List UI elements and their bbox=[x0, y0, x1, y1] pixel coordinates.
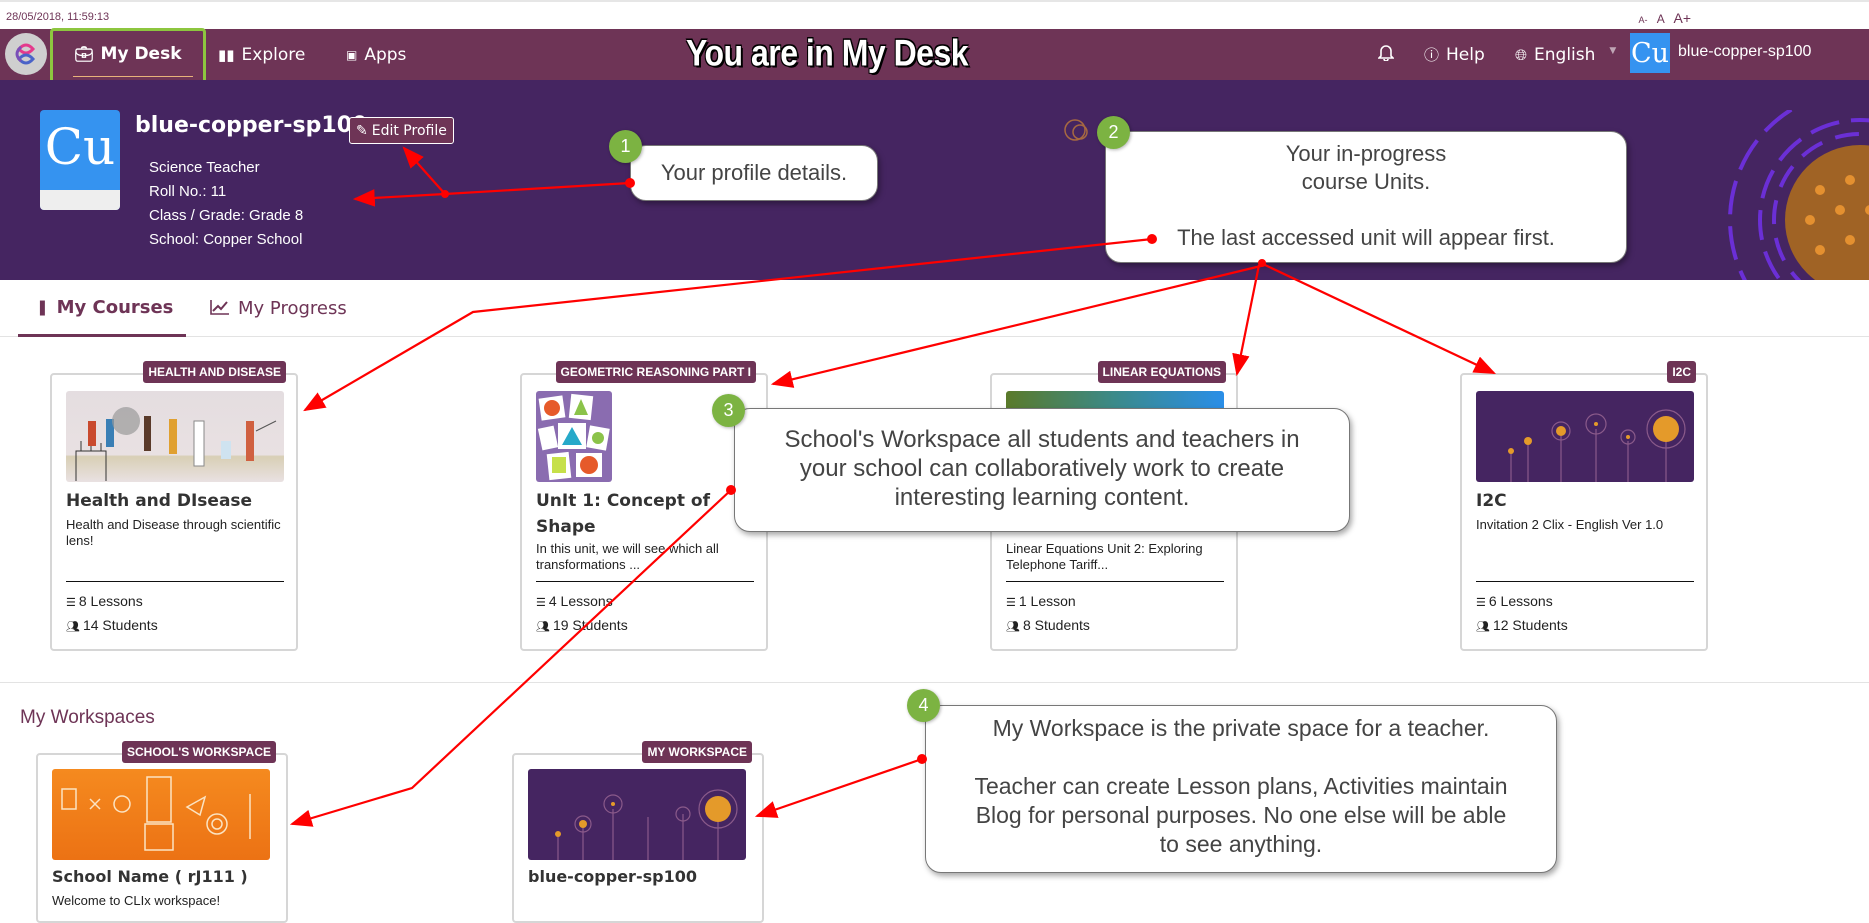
course-image bbox=[536, 391, 612, 482]
datetime: 28/05/2018, 11:59:13 bbox=[6, 11, 110, 23]
help-label: Help bbox=[1446, 44, 1485, 65]
course-description: Linear Equations Unit 2: Exploring Telep… bbox=[1006, 541, 1203, 572]
course-description: In this unit, we will see which all tran… bbox=[536, 541, 719, 572]
profile-school: School: Copper School bbox=[149, 231, 303, 248]
section-divider bbox=[0, 682, 1869, 683]
tab-my-progress-label: My Progress bbox=[238, 298, 347, 319]
callout-in-progress-units: Your in-progress course Units. The last … bbox=[1105, 131, 1627, 263]
arrow bbox=[754, 757, 923, 818]
profile-class-grade: Class / Grade: Grade 8 bbox=[149, 207, 304, 224]
help-button[interactable]: ⓘ Help bbox=[1424, 29, 1485, 80]
course-image bbox=[66, 391, 284, 482]
callout-number-badge: 3 bbox=[712, 394, 745, 427]
clix-logo-icon[interactable] bbox=[5, 33, 47, 75]
profile-avatar: Cu bbox=[40, 110, 120, 210]
nav-apps-label: Apps bbox=[364, 44, 407, 65]
line-chart-icon bbox=[210, 299, 230, 319]
font-size-controls: A- A A+ bbox=[1632, 10, 1691, 26]
course-image bbox=[1476, 391, 1694, 482]
nav-my-desk-label: My Desk bbox=[100, 44, 182, 64]
course-title[interactable]: I2C bbox=[1476, 488, 1696, 514]
workspace-card[interactable]: MY WORKSPACE blue-copper-sp100 bbox=[512, 741, 764, 923]
users-icon: 👥︎ bbox=[1006, 621, 1020, 633]
callout-profile-details: Your profile details. bbox=[630, 145, 878, 201]
font-normal-button[interactable]: A bbox=[1657, 12, 1664, 26]
course-badge: GEOMETRIC REASONING PART I bbox=[555, 361, 756, 383]
nav-explore-label: Explore bbox=[241, 44, 306, 65]
notifications-button[interactable] bbox=[1377, 29, 1395, 80]
caret-down-icon: ▼ bbox=[1609, 45, 1617, 56]
profile-role: Science Teacher bbox=[149, 159, 260, 176]
top-strip: 28/05/2018, 11:59:13 A- A A+ bbox=[0, 0, 1869, 29]
users-icon: 👥︎ bbox=[536, 621, 550, 633]
globe-icon: 🌐︎ bbox=[1515, 45, 1528, 64]
book-icon: ❚ bbox=[36, 298, 49, 316]
callout-schools-workspace: School's Workspace all students and teac… bbox=[734, 408, 1350, 532]
info-icon: ⓘ bbox=[1424, 46, 1440, 64]
profile-avatar-text: Cu bbox=[44, 118, 116, 176]
bell-icon bbox=[1377, 43, 1395, 66]
course-lessons: ☰ 6 Lessons bbox=[1476, 593, 1553, 609]
workspaces-heading: My Workspaces bbox=[20, 707, 155, 728]
workspace-description: Welcome to CLIx workspace! bbox=[52, 893, 221, 908]
workspace-card[interactable]: SCHOOL'S WORKSPACE School Name ( rJ111 )… bbox=[36, 741, 288, 923]
profile-name: blue-copper-sp100 bbox=[135, 113, 368, 138]
language-label: English bbox=[1534, 44, 1596, 65]
page-location-title: You are in My Desk bbox=[686, 32, 969, 74]
workspace-image bbox=[528, 769, 746, 860]
course-description: Health and Disease through scientific le… bbox=[66, 517, 281, 548]
nav-explore[interactable]: ▮▮ Explore bbox=[218, 29, 305, 80]
list-icon: ☰ bbox=[66, 597, 76, 609]
edit-profile-label: Edit Profile bbox=[371, 122, 447, 139]
desk-tabs: ❚ My Courses My Progress bbox=[0, 280, 1869, 337]
list-icon: ☰ bbox=[1476, 597, 1486, 609]
users-icon: 👥︎ bbox=[66, 621, 80, 633]
tab-my-courses[interactable]: ❚ My Courses bbox=[18, 280, 186, 337]
nav-apps[interactable]: ▣ Apps bbox=[346, 29, 406, 80]
course-card[interactable]: I2C I2C Invitation 2 Clix - English Ver … bbox=[1460, 361, 1708, 651]
workspace-badge: SCHOOL'S WORKSPACE bbox=[122, 741, 276, 763]
workspace-badge: MY WORKSPACE bbox=[642, 741, 752, 763]
course-lessons: ☰ 1 Lesson bbox=[1006, 593, 1076, 609]
top-navbar: 💼︎ My Desk ▮▮ Explore ▣ Apps You are in … bbox=[0, 28, 1869, 92]
font-smaller-button[interactable]: A- bbox=[1638, 15, 1647, 25]
profile-details: Science Teacher Roll No.: 11 Class / Gra… bbox=[149, 156, 303, 252]
tab-my-courses-label: My Courses bbox=[56, 296, 174, 318]
apps-icon: ▣ bbox=[346, 47, 358, 62]
callout-number-badge: 1 bbox=[609, 130, 642, 163]
workspace-title[interactable]: School Name ( rJ111 ) bbox=[52, 867, 248, 886]
course-title[interactable]: Health and DIsease bbox=[66, 488, 286, 514]
callout-my-workspace: My Workspace is the private space for a … bbox=[925, 705, 1557, 873]
course-card[interactable]: HEALTH AND DISEASE Health and DIsease He… bbox=[50, 361, 298, 651]
course-students: 👥︎ 8 Students bbox=[1006, 617, 1090, 633]
workspace-image bbox=[52, 769, 270, 860]
list-icon: ☰ bbox=[1006, 597, 1016, 609]
language-dropdown[interactable]: 🌐︎ English ▼ bbox=[1515, 29, 1616, 80]
users-icon: 👥︎ bbox=[1476, 621, 1490, 633]
edit-profile-button[interactable]: ✎ Edit Profile bbox=[349, 117, 454, 144]
course-students: 👥︎ 19 Students bbox=[536, 617, 628, 633]
course-badge: HEALTH AND DISEASE bbox=[143, 361, 286, 383]
callout-number-badge: 2 bbox=[1097, 116, 1130, 149]
workspace-title[interactable]: blue-copper-sp100 bbox=[528, 867, 697, 886]
pencil-icon: ✎ bbox=[356, 122, 368, 139]
callout-number-badge: 4 bbox=[907, 689, 940, 722]
tab-my-progress[interactable]: My Progress bbox=[210, 280, 347, 337]
course-description: Invitation 2 Clix - English Ver 1.0 bbox=[1476, 517, 1664, 532]
course-students: 👥︎ 14 Students bbox=[66, 617, 158, 633]
briefcase-icon: 💼︎ bbox=[74, 45, 94, 63]
user-avatar[interactable]: Cu bbox=[1630, 33, 1670, 73]
course-lessons: ☰ 4 Lessons bbox=[536, 593, 613, 609]
course-title[interactable]: UnIt 1: Concept of Shape bbox=[536, 488, 756, 540]
binoculars-icon: ▮▮ bbox=[218, 45, 235, 64]
font-larger-button[interactable]: A+ bbox=[1673, 10, 1691, 26]
course-lessons: ☰ 8 Lessons bbox=[66, 593, 143, 609]
profile-roll-no: Roll No.: 11 bbox=[149, 183, 227, 200]
course-students: 👥︎ 12 Students bbox=[1476, 617, 1568, 633]
user-menu[interactable]: blue-copper-sp100 bbox=[1678, 29, 1811, 75]
course-badge: I2C bbox=[1667, 361, 1696, 383]
list-icon: ☰ bbox=[536, 597, 546, 609]
course-badge: LINEAR EQUATIONS bbox=[1097, 361, 1226, 383]
